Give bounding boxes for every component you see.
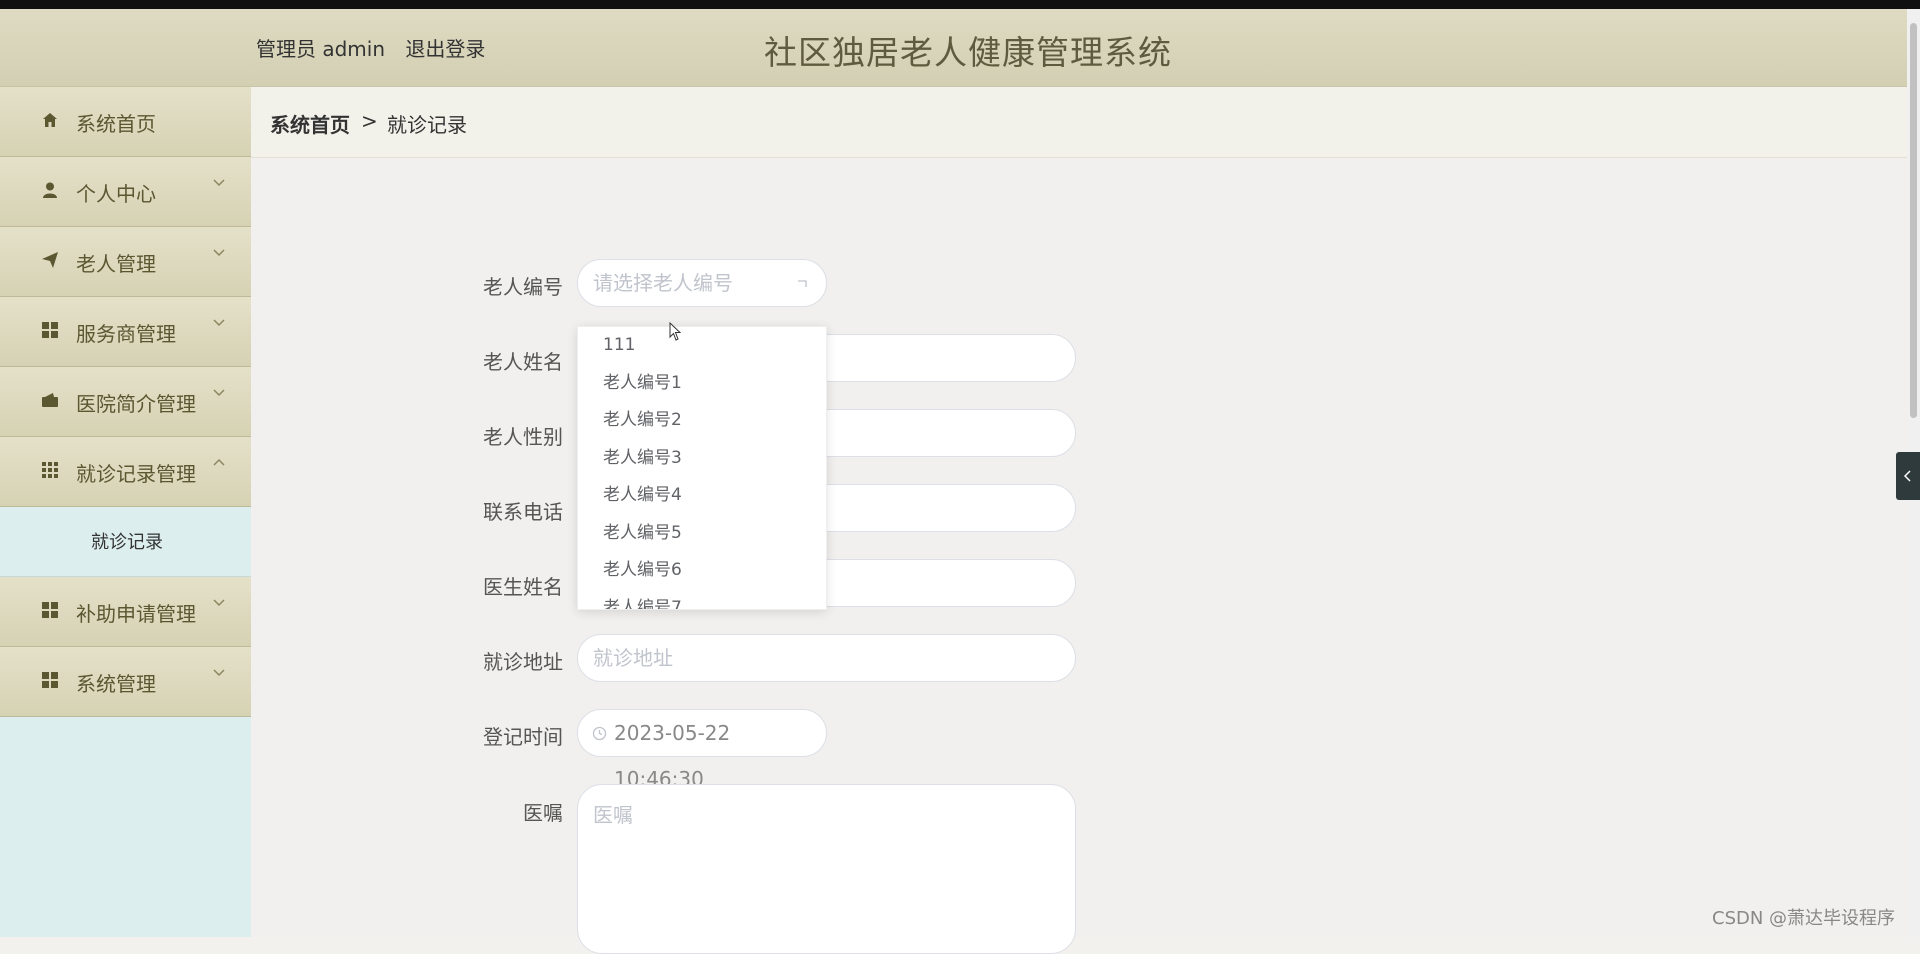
elder-id-dropdown: 111 老人编号1 老人编号2 老人编号3 老人编号4 老人编号5 老人编号6 … <box>577 326 827 610</box>
system-title: 社区独居老人健康管理系统 <box>764 33 1172 72</box>
watermark: CSDN @萧达毕设程序 <box>1712 908 1896 929</box>
breadcrumb-home[interactable]: 系统首页 <box>270 109 350 138</box>
breadcrumb-separator: > <box>361 109 378 133</box>
window-top-strip <box>0 0 1920 9</box>
sidebar-item-label: 补助申请管理 <box>76 602 196 626</box>
chevron-down-icon <box>213 179 225 187</box>
chevron-up-icon <box>213 458 225 466</box>
home-icon <box>43 113 57 127</box>
advice-textarea[interactable]: 医嘱 <box>577 784 1076 954</box>
sidebar: 系统首页 个人中心 老人管理 服务商管理 医院简介管理 就诊记录管理 就诊记录 … <box>0 87 251 937</box>
sidebar-item-label: 系统管理 <box>76 672 156 696</box>
address-placeholder: 就诊地址 <box>593 646 673 670</box>
phone-label: 联系电话 <box>483 500 563 524</box>
dropdown-option[interactable]: 老人编号2 <box>578 402 826 440</box>
dropdown-option[interactable]: 老人编号4 <box>578 477 826 515</box>
dropdown-option[interactable]: 老人编号3 <box>578 440 826 478</box>
sidebar-item-hospital[interactable]: 医院简介管理 <box>0 367 251 437</box>
sidebar-item-label: 系统首页 <box>76 112 156 136</box>
user-info: 管理员 admin 退出登录 <box>256 33 499 62</box>
elder-name-label: 老人姓名 <box>483 350 563 374</box>
grid-icon <box>42 672 58 688</box>
elder-id-label: 老人编号 <box>483 275 563 299</box>
grid-icon <box>42 602 58 618</box>
grid-icon <box>42 322 58 338</box>
time-picker[interactable]: 2023-05-22 10:46:30 <box>577 709 827 791</box>
header: 管理员 admin 退出登录 社区独居老人健康管理系统 <box>0 9 1907 87</box>
chevron-left-icon <box>1903 470 1911 482</box>
sidebar-subitem-records[interactable]: 就诊记录 <box>91 528 163 554</box>
chevron-down-icon <box>213 249 225 257</box>
breadcrumb-current: 就诊记录 <box>387 113 467 137</box>
breadcrumb: 系统首页 > 就诊记录 <box>251 87 1907 158</box>
address-input[interactable]: 就诊地址 <box>577 634 1076 682</box>
address-label: 就诊地址 <box>483 650 563 674</box>
clock-icon <box>592 726 607 741</box>
dropdown-option[interactable]: 老人编号1 <box>578 365 826 403</box>
sidebar-item-home[interactable]: 系统首页 <box>0 87 251 157</box>
mouse-cursor-icon <box>669 322 682 341</box>
dropdown-option[interactable]: 111 <box>578 327 826 365</box>
chevron-down-icon <box>213 389 225 397</box>
user-icon <box>43 182 57 198</box>
logout-link[interactable]: 退出登录 <box>405 37 485 61</box>
doctor-label: 医生姓名 <box>483 575 563 599</box>
elder-id-placeholder: 请选择老人编号 <box>593 271 733 295</box>
elder-gender-label: 老人性别 <box>483 425 563 449</box>
side-collapse-tab[interactable] <box>1896 452 1920 500</box>
chevron-down-icon <box>213 599 225 607</box>
scrollbar-thumb[interactable] <box>1910 23 1917 418</box>
dropdown-option[interactable]: 老人编号5 <box>578 515 826 553</box>
submenu-records: 就诊记录 <box>0 507 251 577</box>
chevron-down-icon <box>213 319 225 327</box>
sidebar-item-profile[interactable]: 个人中心 <box>0 157 251 227</box>
sidebar-item-elder[interactable]: 老人管理 <box>0 227 251 297</box>
dropdown-option[interactable]: 老人编号6 <box>578 552 826 590</box>
sidebar-item-label: 就诊记录管理 <box>76 462 196 486</box>
time-label: 登记时间 <box>483 725 563 749</box>
chevron-up-icon <box>798 280 807 287</box>
sidebar-item-provider[interactable]: 服务商管理 <box>0 297 251 367</box>
chevron-down-icon <box>213 669 225 677</box>
send-icon <box>42 252 58 268</box>
dropdown-option[interactable]: 老人编号7 <box>578 590 826 610</box>
advice-label: 医嘱 <box>523 801 563 825</box>
sidebar-item-records[interactable]: 就诊记录管理 <box>0 437 251 507</box>
sidebar-item-label: 个人中心 <box>76 182 156 206</box>
sidebar-item-label: 服务商管理 <box>76 322 176 346</box>
sidebar-item-label: 老人管理 <box>76 252 156 276</box>
wallet-icon <box>42 393 58 407</box>
sidebar-item-subsidy[interactable]: 补助申请管理 <box>0 577 251 647</box>
sidebar-item-label: 医院简介管理 <box>76 392 196 416</box>
apps-icon <box>42 462 58 478</box>
advice-placeholder: 医嘱 <box>593 803 633 827</box>
elder-id-select[interactable]: 请选择老人编号 <box>577 259 827 307</box>
admin-label: 管理员 admin <box>256 37 386 61</box>
sidebar-item-system[interactable]: 系统管理 <box>0 647 251 717</box>
